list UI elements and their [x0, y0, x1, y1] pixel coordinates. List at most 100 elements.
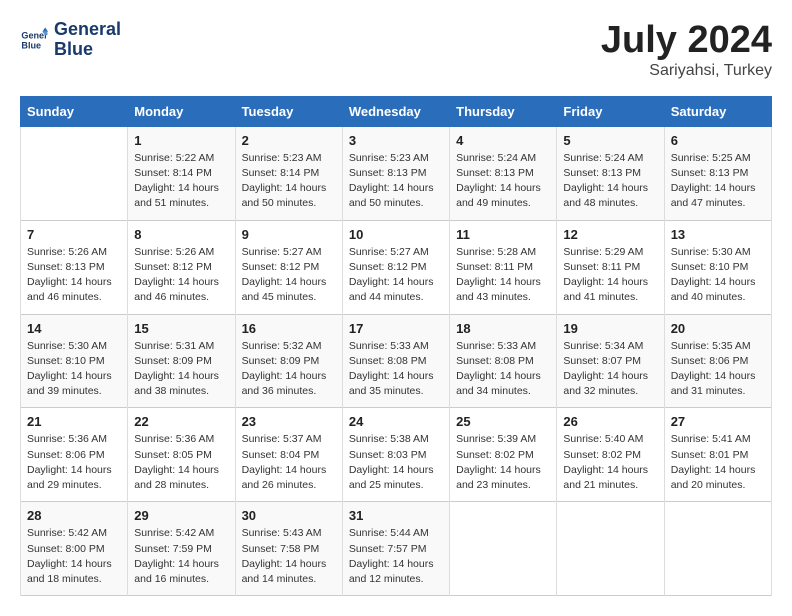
- day-number: 8: [134, 227, 228, 242]
- day-number: 14: [27, 321, 121, 336]
- day-number: 6: [671, 133, 765, 148]
- day-number: 3: [349, 133, 443, 148]
- title-area: July 2024 Sariyahsi, Turkey: [601, 20, 772, 80]
- day-number: 31: [349, 508, 443, 523]
- day-info: Sunrise: 5:41 AMSunset: 8:01 PMDaylight:…: [671, 432, 765, 493]
- day-number: 4: [456, 133, 550, 148]
- calendar-cell: [557, 502, 664, 596]
- calendar-cell: 19Sunrise: 5:34 AMSunset: 8:07 PMDayligh…: [557, 314, 664, 408]
- day-number: 7: [27, 227, 121, 242]
- logo: General Blue General Blue: [20, 20, 121, 60]
- calendar-cell: [21, 126, 128, 220]
- day-number: 24: [349, 414, 443, 429]
- calendar-cell: 9Sunrise: 5:27 AMSunset: 8:12 PMDaylight…: [235, 220, 342, 314]
- calendar-cell: 7 Sunrise: 5:26 AMSunset: 8:13 PMDaylight…: [21, 220, 128, 314]
- day-info: Sunrise: 5:32 AMSunset: 8:09 PMDaylight:…: [242, 339, 336, 400]
- logo-text-line1: General: [54, 20, 121, 40]
- day-number: 9: [242, 227, 336, 242]
- day-info: Sunrise: 5:29 AMSunset: 8:11 PMDaylight:…: [563, 245, 657, 306]
- day-number: 23: [242, 414, 336, 429]
- day-number: 28: [27, 508, 121, 523]
- calendar-week-5: 28 Sunrise: 5:42 AMSunset: 8:00 PMDayligh…: [21, 502, 772, 596]
- day-info: Sunrise: 5:42 AMSunset: 8:00 PMDaylight:…: [27, 526, 121, 587]
- day-info: Sunrise: 5:37 AMSunset: 8:04 PMDaylight:…: [242, 432, 336, 493]
- calendar-cell: 15 Sunrise: 5:31 AMSunset: 8:09 PMDayligh…: [128, 314, 235, 408]
- day-info: Sunrise: 5:25 AMSunset: 8:13 PMDaylight:…: [671, 151, 765, 212]
- calendar-cell: 4 Sunrise: 5:24 AMSunset: 8:13 PMDaylight…: [450, 126, 557, 220]
- calendar-table: SundayMondayTuesdayWednesdayThursdayFrid…: [20, 96, 772, 596]
- day-number: 25: [456, 414, 550, 429]
- day-info: Sunrise: 5:40 AMSunset: 8:02 PMDaylight:…: [563, 432, 657, 493]
- calendar-header-wednesday: Wednesday: [342, 96, 449, 126]
- calendar-cell: 10 Sunrise: 5:27 AMSunset: 8:12 PMDayligh…: [342, 220, 449, 314]
- calendar-cell: 14Sunrise: 5:30 AMSunset: 8:10 PMDayligh…: [21, 314, 128, 408]
- calendar-cell: 20Sunrise: 5:35 AMSunset: 8:06 PMDayligh…: [664, 314, 771, 408]
- calendar-cell: 23 Sunrise: 5:37 AMSunset: 8:04 PMDayligh…: [235, 408, 342, 502]
- day-info: Sunrise: 5:33 AMSunset: 8:08 PMDaylight:…: [349, 339, 443, 400]
- calendar-cell: 3 Sunrise: 5:23 AMSunset: 8:13 PMDaylight…: [342, 126, 449, 220]
- day-number: 5: [563, 133, 657, 148]
- day-info: Sunrise: 5:24 AMSunset: 8:13 PMDaylight:…: [563, 151, 657, 212]
- day-number: 15: [134, 321, 228, 336]
- calendar-cell: 30 Sunrise: 5:43 AMSunset: 7:58 PMDayligh…: [235, 502, 342, 596]
- day-number: 10: [349, 227, 443, 242]
- calendar-cell: 21Sunrise: 5:36 AMSunset: 8:06 PMDayligh…: [21, 408, 128, 502]
- day-number: 30: [242, 508, 336, 523]
- day-number: 29: [134, 508, 228, 523]
- day-number: 21: [27, 414, 121, 429]
- calendar-cell: 27 Sunrise: 5:41 AMSunset: 8:01 PMDayligh…: [664, 408, 771, 502]
- calendar-week-2: 7 Sunrise: 5:26 AMSunset: 8:13 PMDaylight…: [21, 220, 772, 314]
- day-info: Sunrise: 5:23 AMSunset: 8:13 PMDaylight:…: [349, 151, 443, 212]
- day-info: Sunrise: 5:31 AMSunset: 8:09 PMDaylight:…: [134, 339, 228, 400]
- day-info: Sunrise: 5:30 AMSunset: 8:10 PMDaylight:…: [671, 245, 765, 306]
- day-number: 19: [563, 321, 657, 336]
- calendar-header-tuesday: Tuesday: [235, 96, 342, 126]
- day-info: Sunrise: 5:35 AMSunset: 8:06 PMDaylight:…: [671, 339, 765, 400]
- day-number: 11: [456, 227, 550, 242]
- day-number: 1: [134, 133, 228, 148]
- calendar-cell: 13 Sunrise: 5:30 AMSunset: 8:10 PMDayligh…: [664, 220, 771, 314]
- location-subtitle: Sariyahsi, Turkey: [601, 62, 772, 80]
- calendar-cell: 28 Sunrise: 5:42 AMSunset: 8:00 PMDayligh…: [21, 502, 128, 596]
- logo-icon: General Blue: [20, 26, 48, 54]
- day-info: Sunrise: 5:28 AMSunset: 8:11 PMDaylight:…: [456, 245, 550, 306]
- day-info: Sunrise: 5:44 AMSunset: 7:57 PMDaylight:…: [349, 526, 443, 587]
- day-number: 18: [456, 321, 550, 336]
- day-info: Sunrise: 5:24 AMSunset: 8:13 PMDaylight:…: [456, 151, 550, 212]
- calendar-week-4: 21Sunrise: 5:36 AMSunset: 8:06 PMDayligh…: [21, 408, 772, 502]
- calendar-week-1: 1 Sunrise: 5:22 AMSunset: 8:14 PMDaylight…: [21, 126, 772, 220]
- day-info: Sunrise: 5:27 AMSunset: 8:12 PMDaylight:…: [349, 245, 443, 306]
- calendar-header-thursday: Thursday: [450, 96, 557, 126]
- svg-text:Blue: Blue: [21, 40, 41, 50]
- calendar-header-row: SundayMondayTuesdayWednesdayThursdayFrid…: [21, 96, 772, 126]
- day-number: 17: [349, 321, 443, 336]
- day-info: Sunrise: 5:26 AMSunset: 8:13 PMDaylight:…: [27, 245, 121, 306]
- calendar-cell: 31 Sunrise: 5:44 AMSunset: 7:57 PMDayligh…: [342, 502, 449, 596]
- calendar-cell: 6 Sunrise: 5:25 AMSunset: 8:13 PMDaylight…: [664, 126, 771, 220]
- calendar-cell: 18 Sunrise: 5:33 AMSunset: 8:08 PMDayligh…: [450, 314, 557, 408]
- calendar-header-sunday: Sunday: [21, 96, 128, 126]
- day-info: Sunrise: 5:38 AMSunset: 8:03 PMDaylight:…: [349, 432, 443, 493]
- day-info: Sunrise: 5:42 AMSunset: 7:59 PMDaylight:…: [134, 526, 228, 587]
- day-info: Sunrise: 5:26 AMSunset: 8:12 PMDaylight:…: [134, 245, 228, 306]
- day-info: Sunrise: 5:36 AMSunset: 8:05 PMDaylight:…: [134, 432, 228, 493]
- calendar-week-3: 14Sunrise: 5:30 AMSunset: 8:10 PMDayligh…: [21, 314, 772, 408]
- calendar-cell: 11 Sunrise: 5:28 AMSunset: 8:11 PMDayligh…: [450, 220, 557, 314]
- calendar-header-saturday: Saturday: [664, 96, 771, 126]
- day-info: Sunrise: 5:43 AMSunset: 7:58 PMDaylight:…: [242, 526, 336, 587]
- day-info: Sunrise: 5:33 AMSunset: 8:08 PMDaylight:…: [456, 339, 550, 400]
- calendar-cell: 16Sunrise: 5:32 AMSunset: 8:09 PMDayligh…: [235, 314, 342, 408]
- calendar-cell: 2Sunrise: 5:23 AMSunset: 8:14 PMDaylight…: [235, 126, 342, 220]
- logo-text-line2: Blue: [54, 40, 121, 60]
- day-number: 13: [671, 227, 765, 242]
- day-number: 27: [671, 414, 765, 429]
- day-info: Sunrise: 5:23 AMSunset: 8:14 PMDaylight:…: [242, 151, 336, 212]
- calendar-cell: 5 Sunrise: 5:24 AMSunset: 8:13 PMDaylight…: [557, 126, 664, 220]
- day-info: Sunrise: 5:22 AMSunset: 8:14 PMDaylight:…: [134, 151, 228, 212]
- calendar-cell: [450, 502, 557, 596]
- calendar-cell: 26Sunrise: 5:40 AMSunset: 8:02 PMDayligh…: [557, 408, 664, 502]
- day-number: 12: [563, 227, 657, 242]
- day-info: Sunrise: 5:39 AMSunset: 8:02 PMDaylight:…: [456, 432, 550, 493]
- calendar-cell: 1 Sunrise: 5:22 AMSunset: 8:14 PMDaylight…: [128, 126, 235, 220]
- calendar-cell: 17 Sunrise: 5:33 AMSunset: 8:08 PMDayligh…: [342, 314, 449, 408]
